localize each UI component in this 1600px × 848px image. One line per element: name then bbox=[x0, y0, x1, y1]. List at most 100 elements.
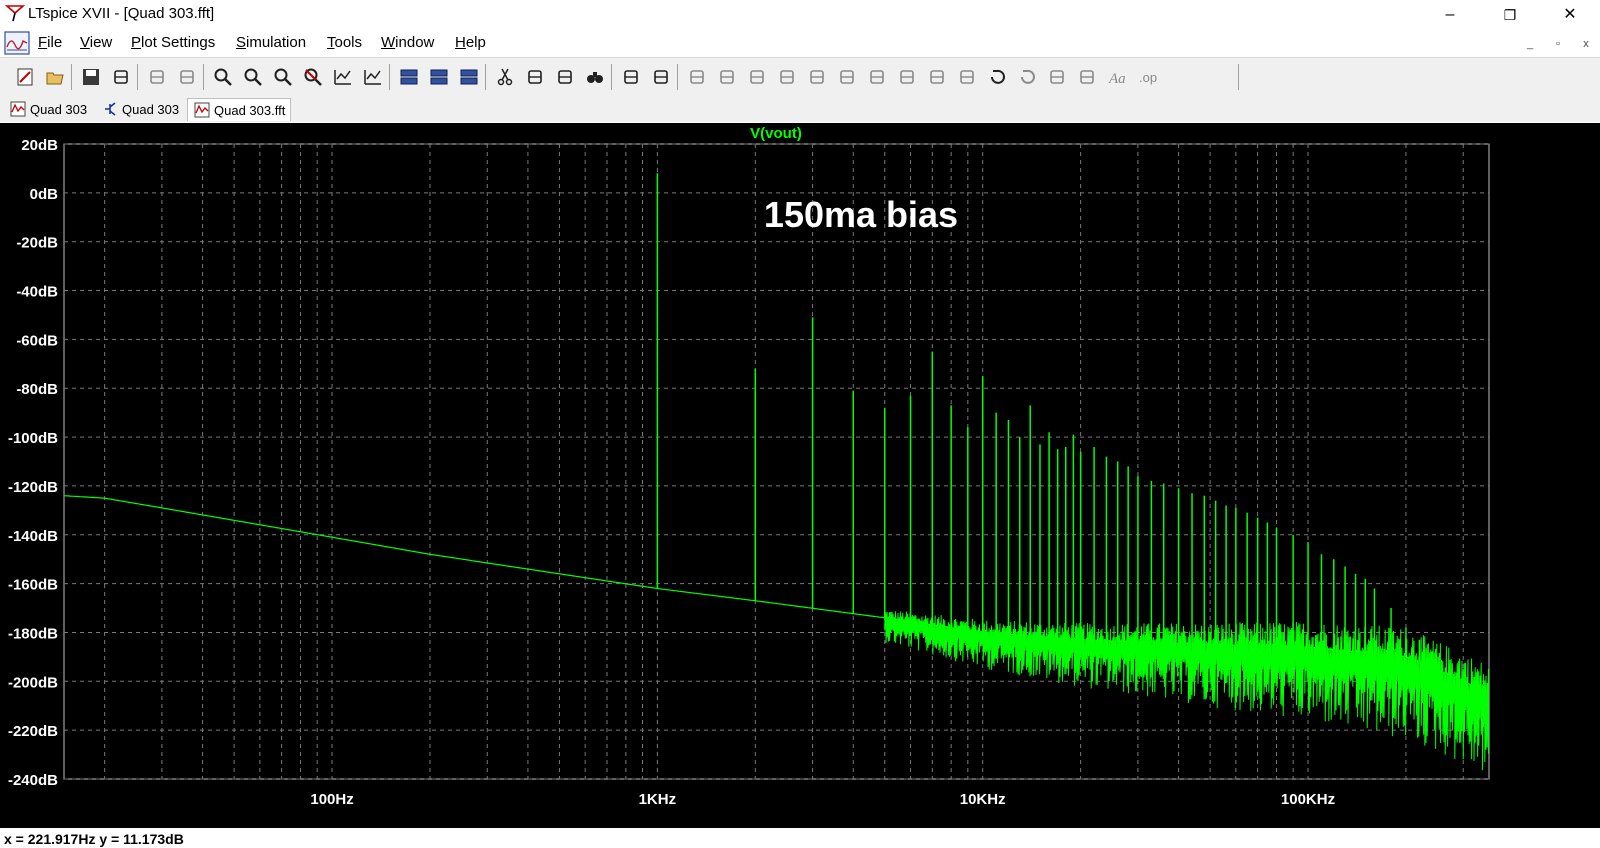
waveform-icon bbox=[10, 101, 26, 117]
print-icon[interactable] bbox=[620, 66, 642, 88]
cursor-readout: x = 221.917Hz y = 11.173dB bbox=[4, 831, 184, 847]
noise-band-trace bbox=[884, 611, 1489, 771]
window-title: LTspice XVII - [Quad 303.fft] bbox=[28, 5, 215, 22]
tab-quad-303-fft[interactable]: Quad 303.fft bbox=[187, 98, 291, 121]
text-icon[interactable]: Aa bbox=[1106, 66, 1128, 88]
toolbar-separator bbox=[389, 64, 390, 90]
autorange-icon[interactable] bbox=[332, 66, 354, 88]
menu-window[interactable]: Window bbox=[381, 34, 434, 51]
y-tick-label: -80dB bbox=[16, 381, 58, 398]
diode-icon[interactable] bbox=[866, 66, 888, 88]
control-panel-icon[interactable] bbox=[110, 66, 132, 88]
copy-icon[interactable] bbox=[524, 66, 546, 88]
ground-icon[interactable] bbox=[716, 66, 738, 88]
status-bar: x = 221.917Hz y = 11.173dB bbox=[0, 828, 1600, 848]
y-tick-label: -220dB bbox=[8, 723, 58, 740]
ltspice-app-icon[interactable] bbox=[5, 3, 25, 23]
run-icon[interactable] bbox=[146, 66, 168, 88]
waveform-plot-pane[interactable]: 20dB 0dB -20dB -40dB -60dB -80dB -100dB -120dB -… bbox=[0, 123, 1600, 828]
rotate-icon[interactable] bbox=[1046, 66, 1068, 88]
wire-icon[interactable] bbox=[686, 66, 708, 88]
schematic-icon bbox=[105, 102, 116, 116]
y-tick-label: -200dB bbox=[8, 674, 58, 691]
toolbar-separator bbox=[611, 64, 612, 90]
toolbar-separator bbox=[677, 64, 678, 90]
menu-view[interactable]: View bbox=[80, 34, 112, 51]
zoom-area-icon[interactable] bbox=[242, 66, 264, 88]
label-icon[interactable] bbox=[746, 66, 768, 88]
tile-vertical-icon[interactable] bbox=[428, 66, 450, 88]
mark-icon[interactable] bbox=[362, 66, 384, 88]
toolbar-separator bbox=[203, 64, 204, 90]
menu-help[interactable]: Help bbox=[455, 34, 486, 51]
restore-button[interactable]: ❐ bbox=[1487, 0, 1533, 30]
document-tab-bar: Quad 303 Quad 303 Quad 303.fft bbox=[0, 96, 1600, 122]
redo-icon[interactable] bbox=[1016, 66, 1038, 88]
y-tick-label: -180dB bbox=[8, 625, 58, 642]
mirror-icon[interactable] bbox=[1076, 66, 1098, 88]
trace-label-vout[interactable]: V(vout) bbox=[750, 125, 802, 142]
new-schematic-icon[interactable] bbox=[14, 66, 36, 88]
cut-icon[interactable] bbox=[494, 66, 516, 88]
open-icon[interactable] bbox=[44, 66, 66, 88]
spice-directive-icon[interactable]: .op bbox=[1136, 66, 1158, 88]
paste-icon[interactable] bbox=[554, 66, 576, 88]
mdi-minimize-button[interactable]: _ bbox=[1517, 34, 1543, 54]
halt-icon[interactable] bbox=[176, 66, 198, 88]
undo-icon[interactable] bbox=[986, 66, 1008, 88]
toolbar: Aa .op bbox=[0, 57, 1600, 97]
tab-label: Quad 303 bbox=[30, 101, 88, 117]
close-button[interactable]: ✕ bbox=[1547, 0, 1593, 30]
print-setup-icon[interactable] bbox=[650, 66, 672, 88]
toolbar-end-separator bbox=[1238, 64, 1239, 90]
cascade-icon[interactable] bbox=[458, 66, 480, 88]
minimize-button[interactable]: – bbox=[1427, 0, 1473, 30]
y-tick-label: -120dB bbox=[8, 479, 58, 496]
svg-text:Aa: Aa bbox=[1108, 71, 1126, 87]
grid-lines bbox=[64, 143, 1489, 780]
toolbar-separator bbox=[137, 64, 138, 90]
tab-quad-303-waveform[interactable]: Quad 303 bbox=[4, 98, 92, 120]
y-tick-label: -20dB bbox=[16, 235, 58, 252]
drag-icon[interactable] bbox=[956, 66, 978, 88]
y-tick-label: -160dB bbox=[8, 577, 58, 594]
plot-frame bbox=[63, 143, 1490, 780]
move-icon[interactable] bbox=[926, 66, 948, 88]
noise-band bbox=[884, 611, 1489, 771]
mdi-close-button[interactable]: x bbox=[1573, 34, 1599, 54]
menu-plot-settings[interactable]: Plot Settings bbox=[131, 34, 215, 51]
y-tick-label: 20dB bbox=[21, 137, 58, 154]
resistor-icon[interactable] bbox=[776, 66, 798, 88]
menu-simulation[interactable]: Simulation bbox=[236, 34, 306, 51]
trace-layer bbox=[63, 173, 1489, 694]
fft-chart[interactable]: 20dB 0dB -20dB -40dB -60dB -80dB -100dB -120dB -… bbox=[0, 123, 1600, 828]
tile-horizontal-icon[interactable] bbox=[398, 66, 420, 88]
menu-tools[interactable]: Tools bbox=[327, 34, 362, 51]
tab-quad-303-schematic[interactable]: Quad 303 bbox=[96, 98, 184, 120]
zoom-in-icon[interactable] bbox=[212, 66, 234, 88]
waveform-document-icon[interactable] bbox=[4, 31, 30, 55]
menu-bar: File View Plot Settings Simulation Tools… bbox=[0, 30, 1600, 56]
svg-text:.op: .op bbox=[1139, 70, 1157, 85]
save-icon[interactable] bbox=[80, 66, 102, 88]
capacitor-icon[interactable] bbox=[806, 66, 828, 88]
menu-file[interactable]: File bbox=[38, 34, 62, 51]
mdi-restore-button[interactable]: ▫ bbox=[1545, 34, 1571, 54]
tab-label: Quad 303.fft bbox=[214, 102, 286, 118]
axis-labels: 20dB 0dB -20dB -40dB -60dB -80dB -100dB -120dB -… bbox=[8, 137, 1335, 808]
plot-annotation-text[interactable]: 150ma bias bbox=[764, 194, 958, 235]
toolbar-separator bbox=[485, 64, 486, 90]
component-icon[interactable] bbox=[896, 66, 918, 88]
zoom-out-icon[interactable] bbox=[272, 66, 294, 88]
title-bar: LTspice XVII - [Quad 303.fft] – ❐ ✕ bbox=[0, 0, 1600, 30]
x-tick-label: 100Hz bbox=[310, 791, 353, 808]
zoom-fit-icon[interactable] bbox=[302, 66, 324, 88]
inductor-icon[interactable] bbox=[836, 66, 858, 88]
y-tick-label: -100dB bbox=[8, 430, 58, 447]
y-tick-label: -40dB bbox=[16, 284, 58, 301]
y-tick-label: -140dB bbox=[8, 528, 58, 545]
find-icon[interactable] bbox=[584, 66, 606, 88]
toolbar-separator bbox=[71, 64, 72, 90]
y-tick-label: 0dB bbox=[30, 186, 59, 203]
x-tick-label: 1KHz bbox=[639, 791, 677, 808]
